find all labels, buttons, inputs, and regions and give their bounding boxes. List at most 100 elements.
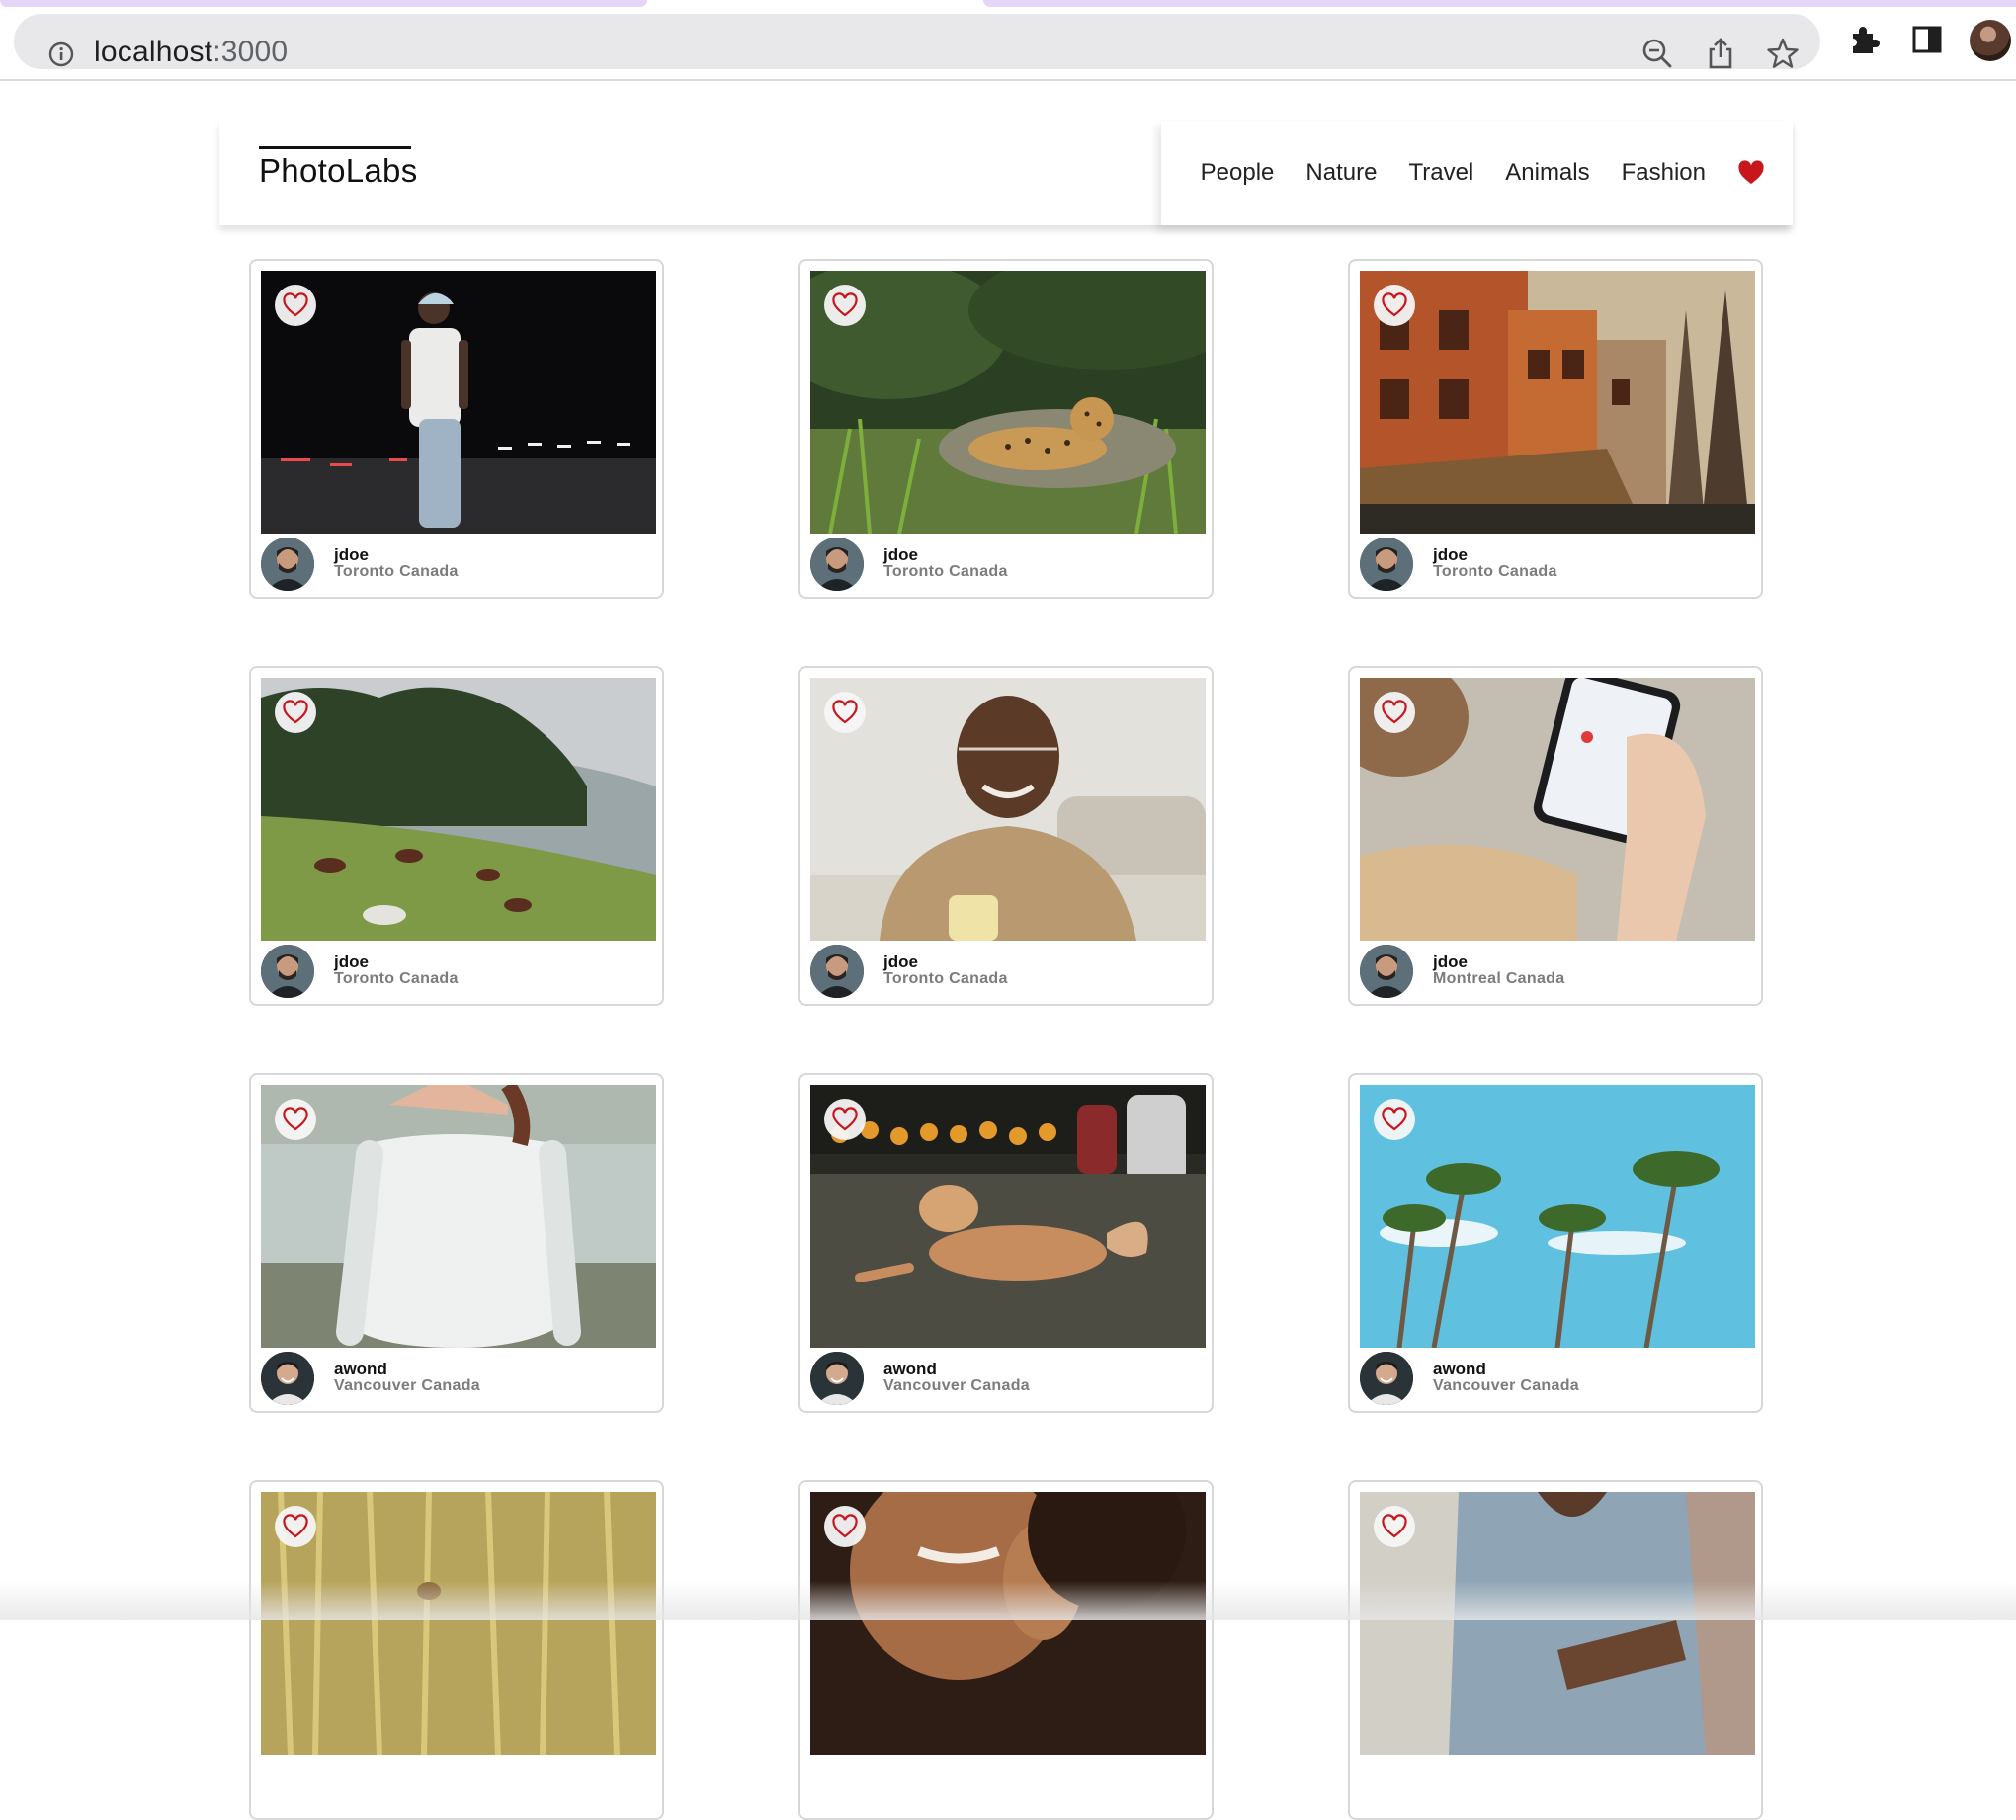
info-icon[interactable] <box>47 41 75 68</box>
heart-outline-icon <box>283 1107 308 1131</box>
photo-image[interactable] <box>261 678 656 941</box>
topic-people[interactable]: People <box>1201 159 1275 187</box>
avatar <box>261 1352 314 1405</box>
avatar <box>810 945 864 998</box>
url-text[interactable]: localhost:3000 <box>94 36 288 69</box>
photo-image[interactable] <box>261 1492 656 1755</box>
tab-indicator <box>983 0 2016 7</box>
brand-underline <box>259 146 411 149</box>
photo-image[interactable] <box>261 271 656 534</box>
star-icon[interactable] <box>1765 36 1801 71</box>
avatar <box>1360 538 1413 591</box>
photo-card[interactable]: jdoe Toronto Canada <box>798 259 1214 599</box>
like-button[interactable] <box>275 1099 316 1140</box>
photo-image[interactable] <box>261 1085 656 1348</box>
like-button[interactable] <box>275 285 316 326</box>
photo-location: Toronto Canada <box>1433 563 1557 580</box>
avatar <box>810 1352 864 1405</box>
photo-card[interactable]: jdoe Toronto Canada <box>249 666 664 1006</box>
photo-image[interactable] <box>1360 271 1755 534</box>
url-host: localhost <box>94 36 213 68</box>
photo-username: jdoe <box>334 545 369 564</box>
photo-image[interactable] <box>1360 1492 1755 1755</box>
like-button[interactable] <box>275 1506 316 1547</box>
profile-avatar[interactable] <box>1970 20 2011 61</box>
photo-image[interactable] <box>810 678 1206 941</box>
heart-outline-icon <box>832 292 858 317</box>
photo-image[interactable] <box>810 1492 1206 1755</box>
photo-card[interactable]: awond Vancouver Canada <box>1348 1073 1763 1413</box>
like-button[interactable] <box>275 692 316 733</box>
photo-username: jdoe <box>1433 545 1468 564</box>
avatar <box>261 945 314 998</box>
share-icon[interactable] <box>1703 36 1738 71</box>
heart-outline-icon <box>832 700 858 724</box>
heart-outline-icon <box>283 292 308 317</box>
heart-outline-icon <box>1382 1514 1407 1538</box>
photo-username: jdoe <box>1433 952 1468 971</box>
photo-card[interactable] <box>1348 1480 1763 1820</box>
photo-card[interactable]: awond Vancouver Canada <box>798 1073 1214 1413</box>
like-button[interactable] <box>824 285 866 326</box>
like-button[interactable] <box>1374 1099 1415 1140</box>
scroll-fade <box>0 1581 2016 1620</box>
heart-icon[interactable] <box>1737 160 1765 186</box>
topic-fashion[interactable]: Fashion <box>1622 159 1706 187</box>
topic-travel[interactable]: Travel <box>1408 159 1473 187</box>
photo-card[interactable]: awond Vancouver Canada <box>249 1073 664 1413</box>
photo-username: awond <box>334 1360 387 1378</box>
photo-card[interactable]: jdoe Toronto Canada <box>1348 259 1763 599</box>
extensions-icon[interactable] <box>1846 22 1882 57</box>
photo-username: awond <box>1433 1360 1486 1378</box>
photo-location: Toronto Canada <box>883 563 1008 580</box>
photo-location: Toronto Canada <box>334 563 459 580</box>
photo-card[interactable]: jdoe Toronto Canada <box>798 666 1214 1006</box>
photo-card[interactable]: jdoe Montreal Canada <box>1348 666 1763 1006</box>
photo-location: Vancouver Canada <box>1433 1377 1579 1394</box>
photo-image[interactable] <box>1360 1085 1755 1348</box>
heart-outline-icon <box>283 700 308 724</box>
photo-image[interactable] <box>810 1085 1206 1348</box>
top-navigation-bar: PhotoLabs People Nature Travel Animals F… <box>219 121 1793 225</box>
like-button[interactable] <box>1374 692 1415 733</box>
heart-outline-icon <box>283 1514 308 1538</box>
photo-username: awond <box>883 1360 937 1378</box>
avatar <box>810 538 864 591</box>
photo-username: jdoe <box>883 545 918 564</box>
photo-card[interactable] <box>798 1480 1214 1820</box>
photo-card[interactable] <box>249 1480 664 1820</box>
topic-animals[interactable]: Animals <box>1505 159 1589 187</box>
topic-nature[interactable]: Nature <box>1305 159 1377 187</box>
heart-outline-icon <box>1382 700 1407 724</box>
photo-location: Vancouver Canada <box>334 1377 480 1394</box>
sidepanel-icon[interactable] <box>1909 22 1945 57</box>
photo-username: jdoe <box>883 952 918 971</box>
photo-location: Toronto Canada <box>883 970 1008 987</box>
like-button[interactable] <box>824 1099 866 1140</box>
avatar <box>1360 945 1413 998</box>
zoom-out-icon[interactable] <box>1639 36 1675 71</box>
heart-outline-icon <box>1382 1107 1407 1131</box>
photo-location: Montreal Canada <box>1433 970 1565 987</box>
address-bar[interactable]: localhost:3000 <box>14 14 1820 69</box>
photo-username: jdoe <box>334 952 369 971</box>
topic-list: People Nature Travel Animals Fashion <box>1160 121 1793 225</box>
brand-logo[interactable]: PhotoLabs <box>259 152 418 190</box>
url-port: :3000 <box>212 36 289 68</box>
heart-outline-icon <box>1382 292 1407 317</box>
like-button[interactable] <box>1374 1506 1415 1547</box>
avatar <box>1360 1352 1413 1405</box>
like-button[interactable] <box>824 1506 866 1547</box>
tab-indicator <box>0 0 647 7</box>
browser-toolbar: localhost:3000 <box>0 0 2016 81</box>
photo-card[interactable]: jdoe Toronto Canada <box>249 259 664 599</box>
heart-outline-icon <box>832 1107 858 1131</box>
photo-location: Vancouver Canada <box>883 1377 1030 1394</box>
photo-location: Toronto Canada <box>334 970 459 987</box>
photo-image[interactable] <box>1360 678 1755 941</box>
like-button[interactable] <box>824 692 866 733</box>
photo-image[interactable] <box>810 271 1206 534</box>
heart-outline-icon <box>832 1514 858 1538</box>
avatar <box>261 538 314 591</box>
like-button[interactable] <box>1374 285 1415 326</box>
